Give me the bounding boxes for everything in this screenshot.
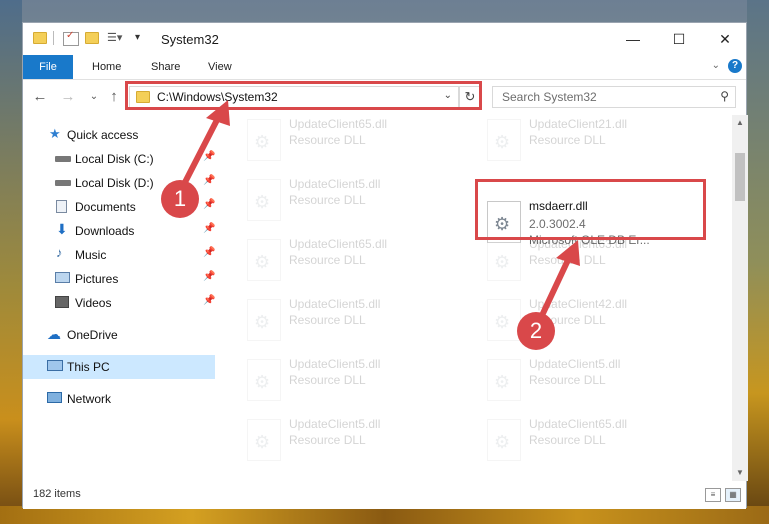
annotation-arrows — [177, 100, 580, 327]
step-1-badge: 1 — [161, 180, 199, 218]
step-2-badge: 2 — [517, 312, 555, 350]
